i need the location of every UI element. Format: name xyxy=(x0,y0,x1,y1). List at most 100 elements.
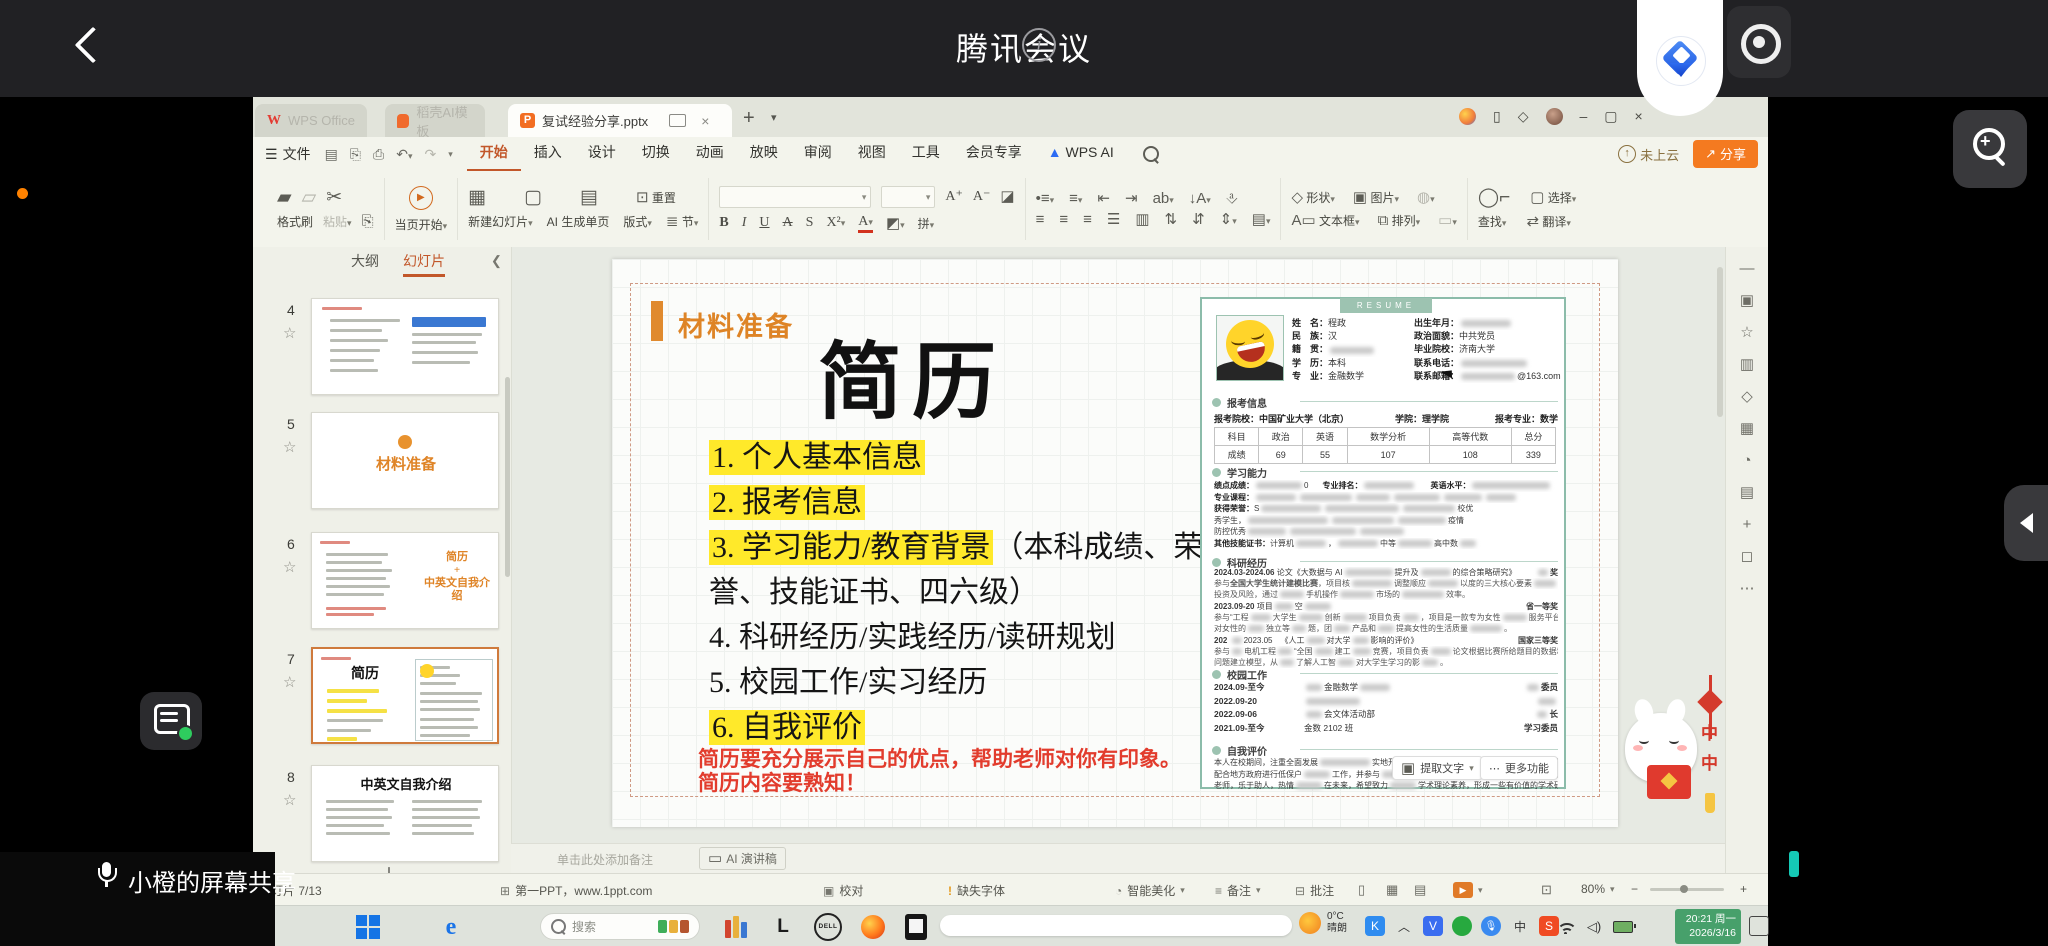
play-current-button[interactable]: 当页开始▾ xyxy=(395,216,448,233)
find-button[interactable]: 查找▾ xyxy=(1478,213,1507,230)
new-tab-button[interactable]: + xyxy=(743,107,755,130)
increase-indent-icon[interactable]: ⇥ xyxy=(1125,191,1138,206)
slide-thumbnail-4[interactable] xyxy=(311,298,499,395)
menu-item-WPS AI[interactable]: ▲ WPS AI xyxy=(1035,136,1127,172)
chart-pane-icon[interactable]: ◔ xyxy=(1742,453,1751,468)
font-size-select[interactable]: ▾ xyxy=(881,185,936,208)
normal-view-button[interactable]: ▯ xyxy=(1358,882,1365,898)
font-color-icon[interactable]: A▾ xyxy=(858,214,873,233)
section-button[interactable]: ≣ 节▾ xyxy=(666,213,698,230)
align-left-icon[interactable]: ≡ xyxy=(1036,212,1045,227)
redo-icon[interactable]: ↷ xyxy=(424,146,436,163)
decrease-font-icon[interactable]: A⁻ xyxy=(973,188,991,205)
italic-icon[interactable]: I xyxy=(742,215,747,231)
ai-page-button[interactable]: AI 生成单页 xyxy=(547,213,610,230)
textbox-button[interactable]: A▭ 文本框▾ xyxy=(1291,212,1359,229)
star-pane-icon[interactable]: ☆ xyxy=(1740,325,1753,340)
strikethrough-icon[interactable]: A xyxy=(783,215,793,231)
bold-icon[interactable]: B xyxy=(719,215,728,231)
text-align-vertical-icon[interactable]: ▤▾ xyxy=(1252,212,1271,227)
zoom-slider[interactable] xyxy=(1650,885,1724,893)
menu-search-icon[interactable] xyxy=(1142,146,1159,164)
library-app-button[interactable] xyxy=(721,912,751,942)
more-features-button[interactable]: ⋯ 更多功能 xyxy=(1480,756,1558,780)
new-slide-button[interactable]: 新建幻灯片▾ xyxy=(468,213,533,230)
meeting-app-badge[interactable] xyxy=(1637,0,1723,116)
fill-icon[interactable]: ◍▾ xyxy=(1417,190,1435,205)
wps-v-tray-icon[interactable]: V xyxy=(1423,916,1443,936)
l-app-button[interactable]: L xyxy=(768,912,798,942)
format-painter-button[interactable]: 格式刷 xyxy=(277,213,313,230)
cut-icon[interactable]: ✂ xyxy=(326,188,342,207)
print-icon[interactable]: ⎙ xyxy=(373,146,384,163)
phonetic-icon[interactable]: 拼▾ xyxy=(918,215,935,232)
menu-item-放映[interactable]: 放映 xyxy=(737,136,791,172)
grid-pane-icon[interactable]: ▦ xyxy=(1740,421,1754,436)
picture-button[interactable]: ▣ 图片▾ xyxy=(1353,189,1399,206)
outline-pane-icon[interactable]: ▤ xyxy=(1740,485,1754,500)
superscript-icon[interactable]: X²▾ xyxy=(826,215,845,231)
cloud-status[interactable]: ↑ 未上云 xyxy=(1618,145,1679,164)
panel-collapse-handle[interactable] xyxy=(2004,485,2048,561)
tab-slides[interactable]: 幻灯片 xyxy=(403,251,445,277)
menu-item-会员专享[interactable]: 会员专享 xyxy=(953,136,1035,172)
slide-thumbnail-5[interactable]: 材料准备 xyxy=(311,412,499,509)
menu-item-设计[interactable]: 设计 xyxy=(575,136,629,172)
meeting-info-icon[interactable]: i xyxy=(1022,28,1056,62)
template-source[interactable]: ⊞ 第一PPT，www.1ppt.com xyxy=(500,882,652,899)
favorite-star-icon[interactable]: ☆ xyxy=(283,673,296,691)
save-icon[interactable]: ▤ xyxy=(325,146,338,163)
search-icon[interactable]: ◯⌐ xyxy=(1478,188,1510,207)
arrange-button[interactable]: ⧉ 排列▾ xyxy=(1378,212,1421,229)
record-button[interactable] xyxy=(1727,6,1791,78)
taskbar-search[interactable]: 搜索 xyxy=(540,913,700,940)
paste-icon[interactable]: ▱ xyxy=(302,188,317,207)
favorite-star-icon[interactable]: ☆ xyxy=(283,324,296,342)
dell-app-button[interactable]: DELL xyxy=(813,912,843,942)
menu-item-插入[interactable]: 插入 xyxy=(521,136,575,172)
format-painter-icon[interactable]: ▰ xyxy=(277,188,292,207)
layout-button[interactable]: 版式▾ xyxy=(623,213,652,230)
minimize-button[interactable]: – xyxy=(1580,108,1588,124)
panel-divider-icon[interactable]: — xyxy=(1740,261,1755,276)
user-avatar[interactable] xyxy=(1545,107,1563,125)
menu-item-切换[interactable]: 切换 xyxy=(629,136,683,172)
smart-beautify-button[interactable]: ◔ 智能美化 ▾ xyxy=(1115,882,1185,899)
paste-button[interactable]: 粘贴▾ xyxy=(323,213,352,230)
notes-bar[interactable]: 单击此处添加备注 ▭ AI 演讲稿 xyxy=(511,843,1725,874)
quickbar-dropdown-icon[interactable]: ▾ xyxy=(448,149,453,160)
start-button[interactable] xyxy=(353,912,383,942)
output-icon[interactable]: ⎘ xyxy=(350,146,361,163)
notes-placeholder[interactable]: 单击此处添加备注 xyxy=(557,851,653,868)
thumb-scrollbar[interactable] xyxy=(505,377,510,577)
tab-outline[interactable]: 大纲 xyxy=(351,251,379,271)
slide-thumbnail-8[interactable]: 中英文自我介绍 xyxy=(311,765,499,862)
file-menu[interactable]: ☰ 文件 xyxy=(265,144,311,164)
kdocs-tray-icon[interactable]: K xyxy=(1365,916,1385,936)
security-tray-icon[interactable] xyxy=(1452,916,1472,936)
convert-text-icon[interactable]: ⎀ xyxy=(1226,191,1238,206)
hidden-icons-chevron[interactable]: ︿ xyxy=(1394,916,1414,936)
reset-button[interactable]: ⊡ 重置 xyxy=(636,189,676,206)
slideshow-button[interactable]: ▶ ▾ xyxy=(1453,882,1483,898)
undo-icon[interactable]: ↶▾ xyxy=(396,146,412,163)
wifi-button[interactable] xyxy=(1556,916,1578,938)
menu-item-视图[interactable]: 视图 xyxy=(845,136,899,172)
panel-layout-icon[interactable]: ▯ xyxy=(1493,108,1501,125)
reading-view-button[interactable]: ▤ xyxy=(1414,882,1426,898)
translate-button[interactable]: ⇄ 翻译▾ xyxy=(1526,213,1570,230)
share-button[interactable]: ↗ 分享 xyxy=(1693,140,1758,168)
clear-format-icon[interactable]: ◪ xyxy=(1000,189,1014,204)
favorite-star-icon[interactable]: ☆ xyxy=(283,791,296,809)
zoom-out-button[interactable]: − xyxy=(1631,882,1638,896)
ime-tray-icon[interactable]: 中 xyxy=(1510,916,1530,936)
zoom-slider-thumb[interactable] xyxy=(1680,885,1688,893)
highlight-icon[interactable]: ◩▾ xyxy=(886,216,905,231)
tab-docer-template[interactable]: 稻壳AI模板 xyxy=(385,104,485,139)
favorite-star-icon[interactable]: ☆ xyxy=(283,558,296,576)
menu-item-工具[interactable]: 工具 xyxy=(899,136,953,172)
notes-toggle[interactable]: ≡ 备注 ▾ xyxy=(1215,882,1261,899)
taskbar-clock[interactable]: 20:21 周一 2026/3/16 xyxy=(1675,909,1741,944)
frame-icon[interactable]: ▭▾ xyxy=(1438,213,1457,228)
text-direction-icon[interactable]: ab▾ xyxy=(1153,191,1174,206)
